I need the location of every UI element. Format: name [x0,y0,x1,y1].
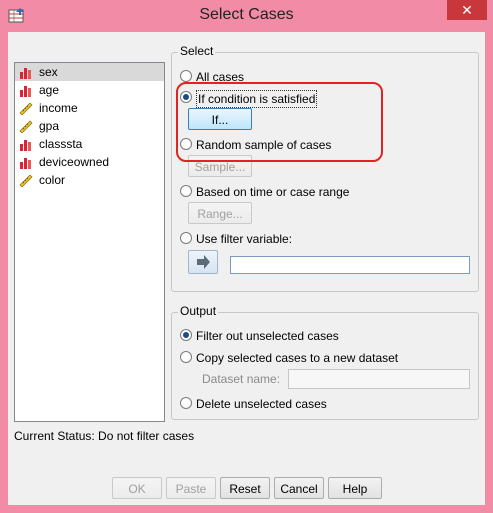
cancel-button[interactable]: Cancel [274,477,324,499]
scale-ruler-icon [19,102,33,115]
variable-label: color [39,173,66,187]
nominal-bar-icon [20,158,31,169]
variable-list[interactable]: sex age income gpa classsta deviceowned … [14,62,165,422]
variable-item-deviceowned[interactable]: deviceowned [15,153,164,171]
variable-label: age [39,83,60,97]
current-status: Current Status: Do not filter cases [14,429,195,443]
variable-label: gpa [39,119,60,133]
use-filter-label: Use filter variable: [196,232,293,246]
variable-label: deviceowned [39,155,110,169]
scale-ruler-icon [19,174,33,187]
dataset-name-field[interactable] [288,369,470,389]
move-variable-button[interactable] [188,250,218,274]
close-button[interactable]: ✕ [447,0,487,20]
filter-out-label: Filter out unselected cases [196,329,339,343]
radio-indicator[interactable] [180,70,192,82]
radio-indicator[interactable] [180,232,192,244]
based-on-time-label: Based on time or case range [196,185,350,199]
help-button[interactable]: Help [328,477,382,499]
output-group: Output Filter out unselected cases Copy … [171,304,479,420]
ok-button[interactable]: OK [112,477,162,499]
scale-ruler-icon [19,120,33,133]
radio-indicator[interactable] [180,351,192,363]
variable-item-income[interactable]: income [15,99,164,117]
window-title: Select Cases [199,6,294,23]
dataset-name-label: Dataset name: [202,372,281,386]
filter-variable-field[interactable] [230,256,470,274]
reset-button[interactable]: Reset [220,477,270,499]
title-bar: Select Cases ✕ [0,0,493,32]
paste-button[interactable]: Paste [166,477,216,499]
radio-indicator[interactable] [180,329,192,341]
delete-unselected-label: Delete unselected cases [196,397,327,411]
arrow-right-icon [197,255,210,269]
radio-indicator[interactable] [180,185,192,197]
variable-item-age[interactable]: age [15,81,164,99]
variable-label: classsta [39,137,83,151]
variable-label: income [39,101,78,115]
select-legend: Select [178,44,216,58]
radio-indicator[interactable] [180,397,192,409]
variable-label: sex [39,65,58,79]
dialog-client-area: sex age income gpa classsta deviceowned … [8,32,485,505]
highlight-annotation [176,82,383,162]
nominal-bar-icon [20,68,31,79]
output-legend: Output [178,304,219,318]
copy-selected-label: Copy selected cases to a new dataset [196,351,399,365]
variable-item-sex[interactable]: sex [15,63,164,81]
select-cases-window: Select Cases ✕ sex age income gpa classs… [0,0,493,513]
variable-item-gpa[interactable]: gpa [15,117,164,135]
range-button[interactable]: Range... [188,202,252,224]
nominal-bar-icon [20,86,31,97]
nominal-bar-icon [20,140,31,151]
variable-item-color[interactable]: color [15,171,164,189]
variable-item-classsta[interactable]: classsta [15,135,164,153]
